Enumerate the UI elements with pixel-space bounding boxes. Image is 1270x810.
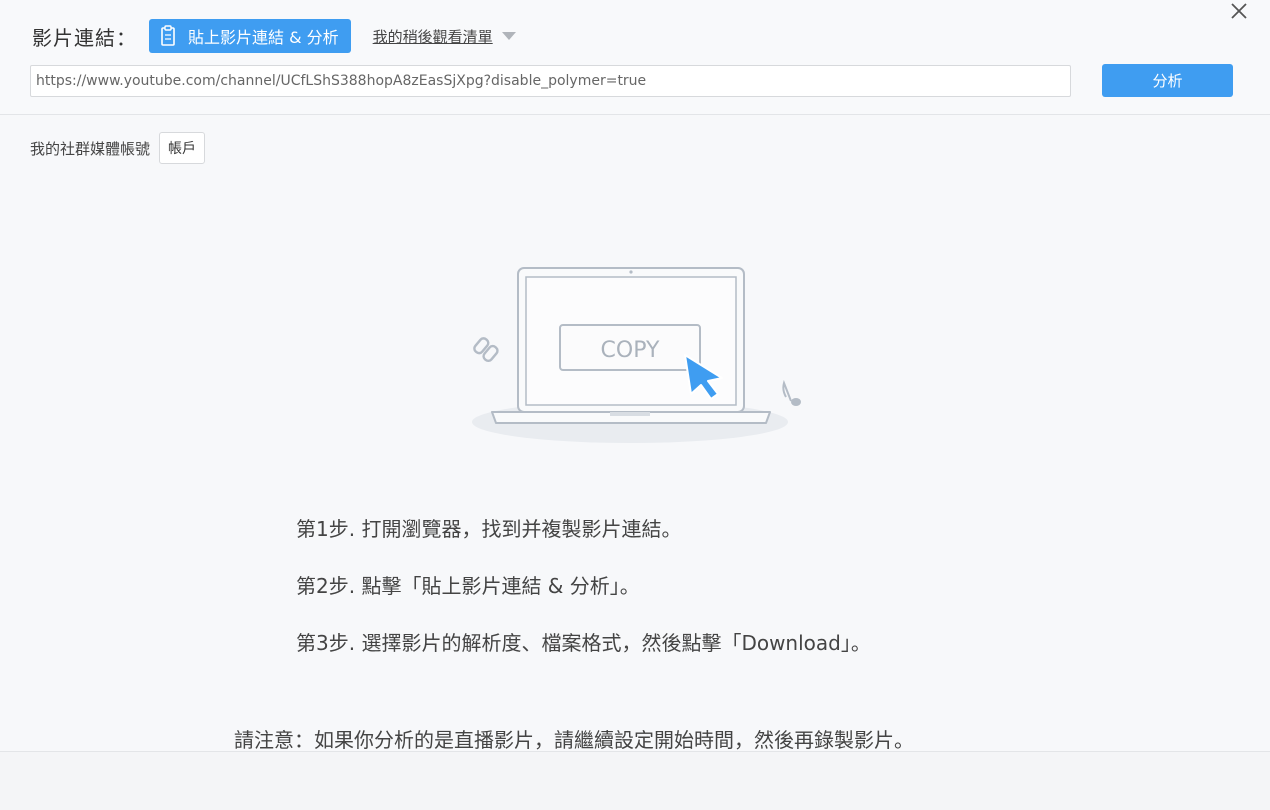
link-row: 影片連結： 貼上影片連結 & 分析 我的稍後觀看清單: [32, 19, 517, 53]
live-video-note: 請注意：如果你分析的是直播影片，請繼續設定開始時間，然後再錄製影片。: [234, 728, 914, 752]
instruction-steps: 第1步. 打開瀏覽器，找到并複製影片連結。 第2步. 點擊「貼上影片連結 & 分…: [296, 514, 871, 685]
copy-label: COPY: [601, 338, 660, 363]
watch-later-label: 我的稍後觀看清單: [372, 27, 493, 46]
app-window: 影片連結： 貼上影片連結 & 分析 我的稍後觀看清單 分析: [0, 0, 1270, 810]
watch-later-dropdown[interactable]: 我的稍後觀看清單: [373, 26, 517, 47]
header: 影片連結： 貼上影片連結 & 分析 我的稍後觀看清單 分析: [0, 0, 1270, 115]
social-accounts-label: 我的社群媒體帳號: [30, 139, 151, 158]
music-note-icon: [782, 379, 801, 406]
laptop-icon: COPY: [472, 267, 801, 443]
caret-down-icon: [501, 31, 517, 41]
account-button[interactable]: 帳戶: [159, 132, 206, 164]
close-button[interactable]: [1226, 0, 1252, 22]
chain-link-icon: [473, 337, 499, 363]
copy-illustration: COPY: [460, 255, 820, 455]
step-2: 第2步. 點擊「貼上影片連結 & 分析」。: [296, 574, 640, 598]
close-icon: [1231, 3, 1247, 19]
video-link-label: 影片連結：: [32, 25, 137, 50]
paste-and-analyze-button[interactable]: 貼上影片連結 & 分析: [149, 19, 351, 53]
paste-button-label: 貼上影片連結 & 分析: [188, 28, 339, 47]
step-3: 第3步. 選擇影片的解析度、檔案格式，然後點擊「Download」。: [296, 631, 871, 655]
clipboard-icon: [159, 25, 179, 47]
analyze-button[interactable]: 分析: [1102, 64, 1233, 97]
social-accounts-row: 我的社群媒體帳號 帳戶: [30, 132, 206, 164]
url-input[interactable]: [30, 65, 1071, 97]
footer-bar: [0, 751, 1270, 810]
step-1: 第1步. 打開瀏覽器，找到并複製影片連結。: [296, 517, 682, 541]
